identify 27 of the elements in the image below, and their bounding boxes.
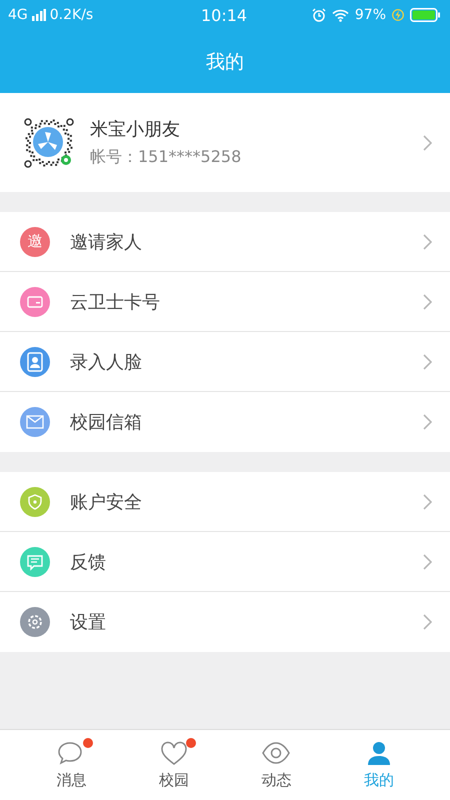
charging-icon: [392, 9, 404, 21]
nav-tab[interactable]: 校园: [138, 730, 209, 800]
chevron-icon: [423, 134, 432, 150]
chevron-icon: [423, 234, 432, 250]
battery-percent: 97%: [354, 7, 386, 23]
network-speed: 0.2K/s: [50, 7, 94, 23]
nav-tab[interactable]: 动态: [241, 730, 312, 800]
chevron-icon: [423, 554, 432, 570]
battery-icon: [410, 8, 440, 22]
chevron-icon: [423, 614, 432, 630]
chevron-icon: [423, 494, 432, 510]
menu-item-label[interactable]: 邀请家人: [70, 230, 423, 254]
user-name: 米宝小朋友: [90, 118, 181, 141]
alarm-icon: [312, 8, 326, 22]
heart-icon: [160, 740, 188, 767]
page-title: 我的: [206, 50, 244, 74]
chevron-icon: [423, 414, 432, 430]
network-type: 4G: [8, 7, 28, 23]
chevron-icon: [423, 354, 432, 370]
nav-tab[interactable]: 消息: [36, 730, 106, 800]
account-number: 151****5258: [138, 147, 242, 168]
account-label: 帐号：: [90, 147, 138, 168]
invite-icon: 邀: [20, 226, 50, 256]
clock: 10:14: [200, 6, 248, 24]
chevron-icon: [423, 294, 432, 310]
wifi-icon: [332, 8, 349, 22]
signal-icon: [32, 9, 46, 21]
